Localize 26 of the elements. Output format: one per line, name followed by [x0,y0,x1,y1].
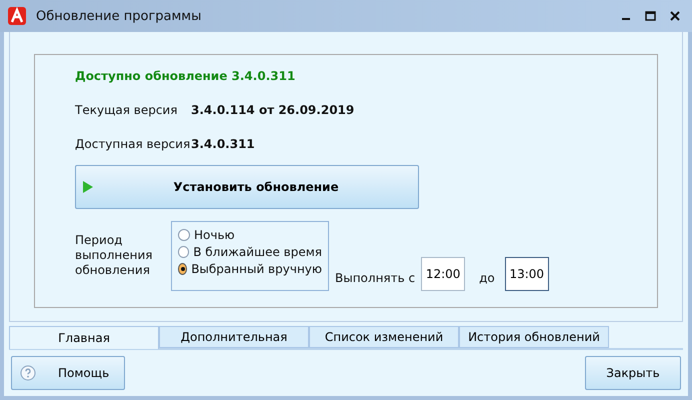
period-label: Период выполнения обновления [75,233,154,278]
tab[interactable]: История обновлений [459,326,609,348]
version-value: 3.4.0.311 [191,137,255,151]
time-from-field[interactable]: 12:00 [421,257,466,291]
from-label: Выполнять с [335,271,416,285]
window-title: Обновление программы [36,8,202,24]
radio-option[interactable]: Ночью [178,228,322,242]
radio-option[interactable]: Выбранный вручную [178,262,322,276]
update-available-text: Доступно обновление 3.4.0.311 [75,69,296,83]
install-update-button[interactable]: Установить обновление [75,165,419,209]
help-icon [20,365,36,381]
tab[interactable]: Главная [9,326,159,349]
radio-option[interactable]: В ближайшее время [178,245,322,259]
close-icon[interactable] [670,11,680,21]
version-label: Доступная версия [75,137,191,151]
help-button[interactable]: Помощь [11,356,125,390]
play-icon [82,180,94,194]
tab[interactable]: Дополнительная [159,326,309,348]
maximize-icon[interactable] [645,11,656,21]
to-label: до [479,271,495,285]
close-button[interactable]: Закрыть [585,356,681,390]
time-to-field[interactable]: 13:00 [504,257,549,291]
tab[interactable]: Список изменений [309,326,459,348]
version-value: 3.4.0.114 от 26.09.2019 [191,103,354,117]
version-label: Текущая версия [75,103,178,117]
app-logo-icon [8,7,26,25]
